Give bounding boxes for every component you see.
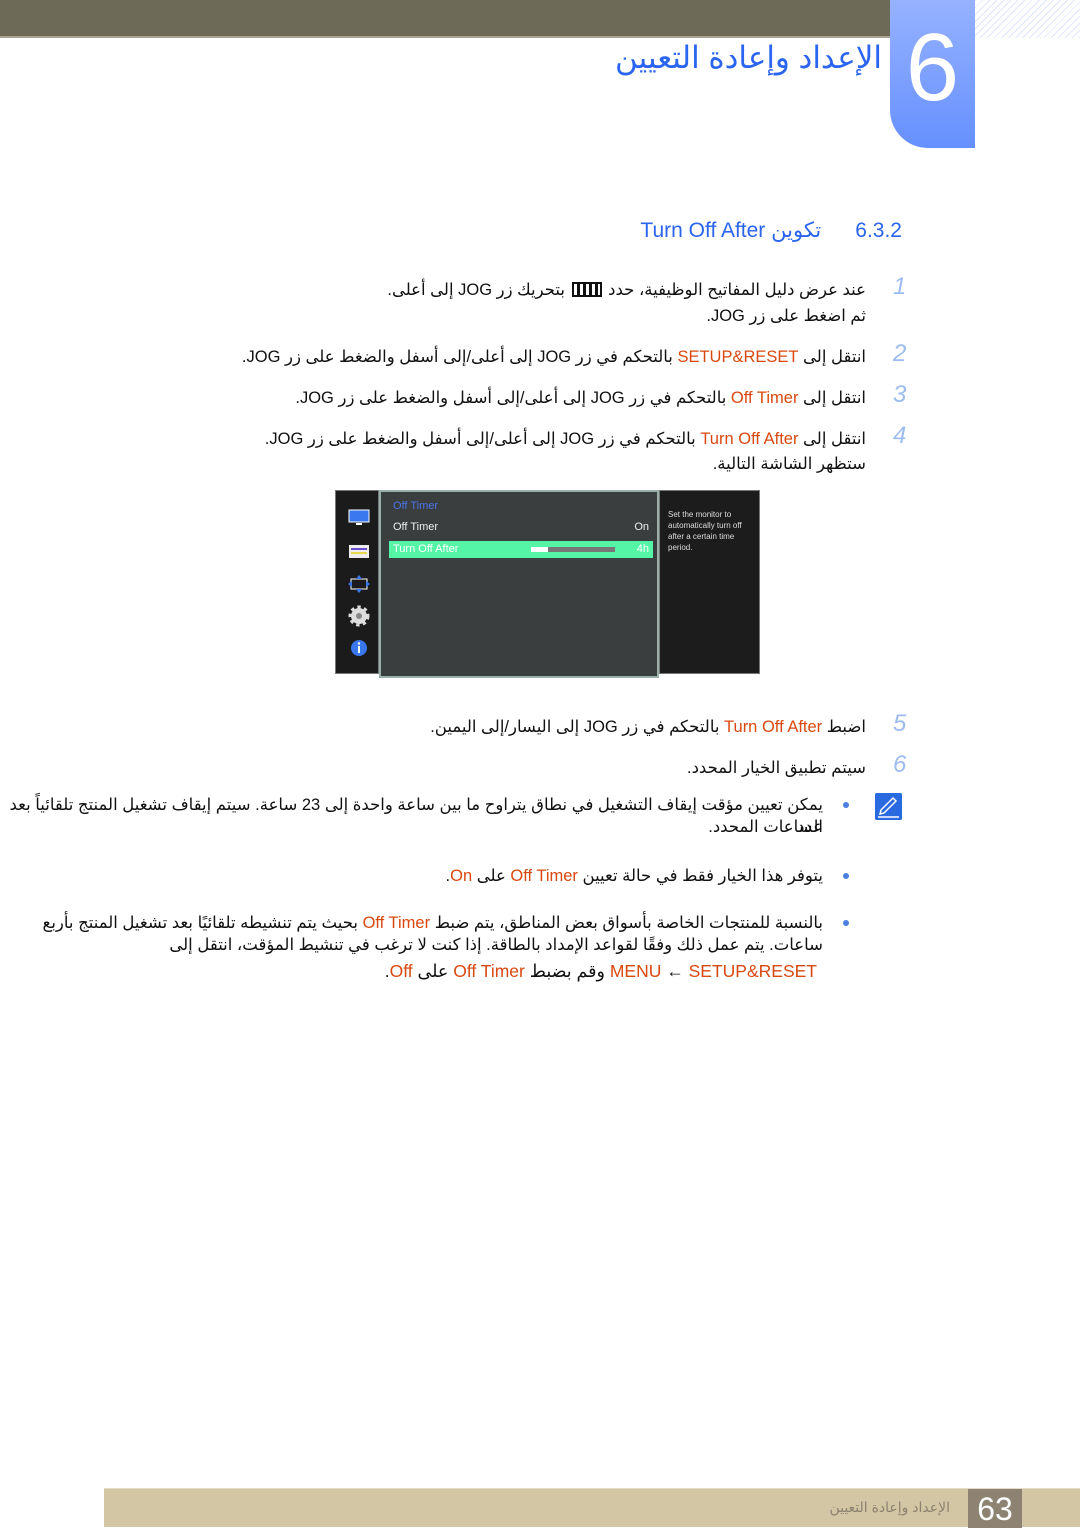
step-number: 3	[893, 381, 907, 408]
step-text: انتقل إلى SETUP&RESET بالتحكم في زر JOG …	[242, 344, 866, 370]
step-number: 4	[893, 422, 907, 449]
highlighted-term: SETUP&RESET	[677, 348, 799, 366]
note-text: SETUP&RESET ← MENU وقم بضبط Off Timer عل…	[385, 960, 817, 982]
osd-menu-title: Off Timer	[393, 500, 439, 512]
highlighted-term: Off Timer	[730, 389, 799, 407]
bullet	[843, 873, 849, 879]
note-icon	[875, 793, 902, 820]
note-text: يتوفر هذا الخيار فقط في حالة تعيين Off T…	[446, 865, 823, 887]
text-run: ستظهر الشاشة التالية.	[712, 455, 866, 473]
text-run: بالتحكم في زر JOG إلى اليسار/إلى اليمين.	[430, 718, 725, 736]
page-number: 63	[968, 1489, 1022, 1528]
step-number: 2	[893, 340, 907, 367]
text-run: ←	[661, 961, 689, 981]
position-icon	[348, 575, 370, 593]
chapter-number-badge: 6	[890, 0, 975, 148]
bullet	[843, 802, 849, 808]
text-run: الساعات المحدد.	[708, 818, 823, 836]
section-number: 6.3.2	[855, 219, 902, 242]
highlighted-term: Off Timer	[362, 914, 431, 932]
osd-row-label: Turn Off After	[393, 543, 459, 555]
highlighted-term: SETUP&RESET	[688, 961, 817, 981]
step-number: 6	[893, 751, 907, 778]
osd-row-label: Off Timer	[393, 521, 439, 533]
chapter-title: الإعداد وإعادة التعيين	[615, 40, 882, 75]
text-run: يتوفر هذا الخيار فقط في حالة تعيين	[577, 867, 824, 885]
note-text: يمكن تعيين مؤقت إيقاف التشغيل في نطاق يت…	[0, 794, 823, 838]
highlighted-term: Off	[389, 961, 413, 981]
highlighted-term: Turn Off After	[724, 718, 823, 736]
note-text: بالنسبة للمنتجات الخاصة بأسواق بعض المنا…	[43, 912, 823, 934]
text-run: اضبط	[822, 718, 866, 736]
highlighted-term: MENU	[609, 961, 662, 981]
step-number: 1	[893, 273, 907, 300]
osd-slider-fill	[531, 547, 548, 552]
jog-menu-icon	[571, 282, 602, 297]
text-run: بالنسبة للمنتجات الخاصة بأسواق بعض المنا…	[430, 914, 823, 932]
osd-row-off-timer[interactable]: Off Timer On	[389, 519, 653, 536]
osd-help-text: Set the monitor to automatically turn of…	[659, 490, 760, 674]
text-run: عند عرض دليل المفاتيح الوظيفية، حدد	[603, 281, 866, 299]
osd-screenshot: Off Timer Off Timer On Turn Off After 4h S…	[335, 490, 760, 678]
info-icon	[351, 640, 367, 656]
step-text: ستظهر الشاشة التالية.	[713, 451, 866, 477]
page-footer: الإعداد وإعادة التعيين 63	[104, 1488, 1080, 1528]
step-text: اضبط Turn Off After بالتحكم في زر JOG إل…	[430, 714, 866, 740]
osd-menu-panel: Off Timer Off Timer On Turn Off After 4h	[379, 490, 659, 678]
step-text: سيتم تطبيق الخيار المحدد.	[687, 755, 866, 781]
gear-icon	[348, 605, 370, 627]
text-run: سيتم تطبيق الخيار المحدد.	[687, 759, 866, 777]
text-run: انتقل إلى	[798, 348, 866, 366]
osd-side-menu	[335, 490, 379, 674]
section-heading: 6.3.2 تكوين Turn Off After	[640, 218, 902, 243]
highlighted-term: Off Timer	[453, 961, 525, 981]
text-run: يمكن تعيين مؤقت إيقاف التشغيل في نطاق يت…	[9, 796, 823, 836]
section-title: تكوين Turn Off After	[640, 219, 822, 242]
note-text: ساعات. يتم عمل ذلك وفقًا لقواعد الإمداد …	[169, 934, 823, 956]
text-run: على	[472, 867, 511, 885]
step-text: ثم اضغط على زر JOG.	[706, 303, 866, 329]
onscreen-display-icon	[349, 545, 369, 558]
osd-row-value: 4h	[636, 543, 649, 555]
text-run: انتقل إلى	[798, 430, 866, 448]
text-run: بالتحكم في زر JOG إلى أعلى/إلى أسفل والض…	[295, 389, 731, 407]
step-number: 5	[893, 710, 907, 737]
highlighted-term: Turn Off After	[700, 430, 799, 448]
text-run: بحيث يتم تنشيطه تلقائيًا بعد تشغيل المنت…	[42, 914, 363, 932]
text-run: بتحريك زر JOG إلى أعلى.	[387, 281, 570, 299]
highlighted-term: On	[450, 867, 473, 885]
osd-slider[interactable]	[531, 547, 615, 552]
text-run: على	[412, 961, 454, 981]
osd-row-turn-off-after[interactable]: Turn Off After 4h	[389, 541, 653, 558]
text-run: ساعات. يتم عمل ذلك وفقًا لقواعد الإمداد …	[169, 936, 823, 954]
header-bar	[0, 0, 890, 38]
footer-chapter-title: الإعداد وإعادة التعيين	[829, 1499, 950, 1515]
text-run: ثم اضغط على زر JOG.	[706, 307, 866, 325]
bullet	[843, 920, 849, 926]
highlighted-term: Off Timer	[510, 867, 578, 885]
step-text: عند عرض دليل المفاتيح الوظيفية، حدد بتحر…	[387, 277, 866, 303]
text-run: انتقل إلى	[798, 389, 866, 407]
text-run: بالتحكم في زر JOG إلى أعلى/إلى أسفل والض…	[264, 430, 701, 448]
step-text: انتقل إلى Turn Off After بالتحكم في زر J…	[265, 426, 866, 452]
text-run: بالتحكم في زر JOG إلى أعلى/إلى أسفل والض…	[241, 348, 678, 366]
osd-row-value: On	[634, 521, 649, 533]
picture-icon	[348, 509, 370, 525]
note-text: الساعات المحدد.	[708, 816, 823, 838]
text-run: وقم بضبط	[524, 961, 610, 981]
step-text: انتقل إلى Off Timer بالتحكم في زر JOG إل…	[295, 385, 866, 411]
header-hatch	[975, 0, 1080, 38]
